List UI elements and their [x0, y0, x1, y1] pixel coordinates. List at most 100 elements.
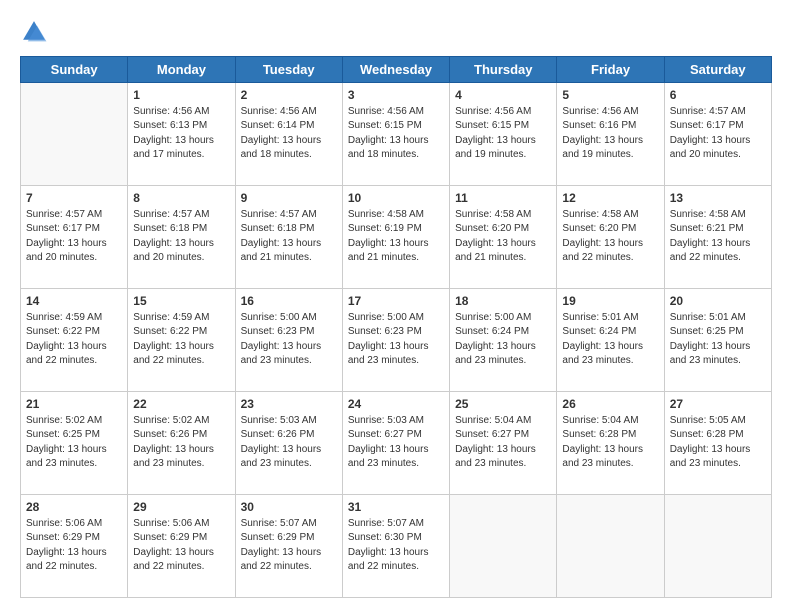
calendar-cell: 2Sunrise: 4:56 AMSunset: 6:14 PMDaylight… [235, 83, 342, 186]
day-number: 16 [241, 293, 337, 310]
calendar-cell: 22Sunrise: 5:02 AMSunset: 6:26 PMDayligh… [128, 392, 235, 495]
calendar-cell: 16Sunrise: 5:00 AMSunset: 6:23 PMDayligh… [235, 289, 342, 392]
day-info: Sunrise: 4:58 AMSunset: 6:20 PMDaylight:… [455, 208, 551, 266]
day-number: 10 [348, 190, 444, 207]
calendar-cell: 5Sunrise: 4:56 AMSunset: 6:16 PMDaylight… [557, 83, 664, 186]
day-number: 3 [348, 87, 444, 104]
day-number: 26 [562, 396, 658, 413]
calendar-week-row: 14Sunrise: 4:59 AMSunset: 6:22 PMDayligh… [21, 289, 772, 392]
calendar-week-row: 21Sunrise: 5:02 AMSunset: 6:25 PMDayligh… [21, 392, 772, 495]
calendar-cell: 8Sunrise: 4:57 AMSunset: 6:18 PMDaylight… [128, 186, 235, 289]
calendar-cell: 17Sunrise: 5:00 AMSunset: 6:23 PMDayligh… [342, 289, 449, 392]
day-info: Sunrise: 5:05 AMSunset: 6:28 PMDaylight:… [670, 414, 766, 472]
calendar-cell: 9Sunrise: 4:57 AMSunset: 6:18 PMDaylight… [235, 186, 342, 289]
day-number: 25 [455, 396, 551, 413]
day-number: 2 [241, 87, 337, 104]
calendar-cell: 30Sunrise: 5:07 AMSunset: 6:29 PMDayligh… [235, 495, 342, 598]
day-number: 15 [133, 293, 229, 310]
weekday-header: Sunday [21, 57, 128, 83]
calendar-cell [664, 495, 771, 598]
day-info: Sunrise: 5:01 AMSunset: 6:25 PMDaylight:… [670, 311, 766, 369]
day-number: 13 [670, 190, 766, 207]
calendar-cell: 4Sunrise: 4:56 AMSunset: 6:15 PMDaylight… [450, 83, 557, 186]
weekday-header: Thursday [450, 57, 557, 83]
day-number: 30 [241, 499, 337, 516]
calendar-cell: 21Sunrise: 5:02 AMSunset: 6:25 PMDayligh… [21, 392, 128, 495]
weekday-header: Friday [557, 57, 664, 83]
calendar-cell [21, 83, 128, 186]
calendar-cell: 15Sunrise: 4:59 AMSunset: 6:22 PMDayligh… [128, 289, 235, 392]
day-number: 21 [26, 396, 122, 413]
calendar-cell: 23Sunrise: 5:03 AMSunset: 6:26 PMDayligh… [235, 392, 342, 495]
day-number: 14 [26, 293, 122, 310]
calendar-cell: 27Sunrise: 5:05 AMSunset: 6:28 PMDayligh… [664, 392, 771, 495]
day-number: 7 [26, 190, 122, 207]
day-info: Sunrise: 5:07 AMSunset: 6:30 PMDaylight:… [348, 517, 444, 575]
calendar-cell: 24Sunrise: 5:03 AMSunset: 6:27 PMDayligh… [342, 392, 449, 495]
day-number: 23 [241, 396, 337, 413]
calendar-cell: 19Sunrise: 5:01 AMSunset: 6:24 PMDayligh… [557, 289, 664, 392]
logo [20, 18, 52, 46]
day-info: Sunrise: 4:56 AMSunset: 6:13 PMDaylight:… [133, 105, 229, 163]
day-info: Sunrise: 5:02 AMSunset: 6:25 PMDaylight:… [26, 414, 122, 472]
header [20, 18, 772, 46]
logo-icon [20, 18, 48, 46]
calendar-cell: 10Sunrise: 4:58 AMSunset: 6:19 PMDayligh… [342, 186, 449, 289]
day-info: Sunrise: 4:57 AMSunset: 6:18 PMDaylight:… [241, 208, 337, 266]
calendar-cell: 20Sunrise: 5:01 AMSunset: 6:25 PMDayligh… [664, 289, 771, 392]
calendar-cell: 14Sunrise: 4:59 AMSunset: 6:22 PMDayligh… [21, 289, 128, 392]
calendar-cell: 18Sunrise: 5:00 AMSunset: 6:24 PMDayligh… [450, 289, 557, 392]
calendar-cell: 29Sunrise: 5:06 AMSunset: 6:29 PMDayligh… [128, 495, 235, 598]
day-info: Sunrise: 5:02 AMSunset: 6:26 PMDaylight:… [133, 414, 229, 472]
day-number: 18 [455, 293, 551, 310]
day-number: 12 [562, 190, 658, 207]
weekday-header: Saturday [664, 57, 771, 83]
calendar-cell [557, 495, 664, 598]
calendar-table: SundayMondayTuesdayWednesdayThursdayFrid… [20, 56, 772, 598]
day-info: Sunrise: 5:06 AMSunset: 6:29 PMDaylight:… [133, 517, 229, 575]
day-number: 8 [133, 190, 229, 207]
day-number: 29 [133, 499, 229, 516]
calendar-cell: 12Sunrise: 4:58 AMSunset: 6:20 PMDayligh… [557, 186, 664, 289]
day-info: Sunrise: 5:00 AMSunset: 6:24 PMDaylight:… [455, 311, 551, 369]
calendar-cell: 3Sunrise: 4:56 AMSunset: 6:15 PMDaylight… [342, 83, 449, 186]
weekday-header: Wednesday [342, 57, 449, 83]
calendar-header-row: SundayMondayTuesdayWednesdayThursdayFrid… [21, 57, 772, 83]
day-number: 4 [455, 87, 551, 104]
day-info: Sunrise: 4:56 AMSunset: 6:15 PMDaylight:… [455, 105, 551, 163]
day-number: 1 [133, 87, 229, 104]
day-info: Sunrise: 5:01 AMSunset: 6:24 PMDaylight:… [562, 311, 658, 369]
day-number: 31 [348, 499, 444, 516]
day-number: 5 [562, 87, 658, 104]
calendar-week-row: 7Sunrise: 4:57 AMSunset: 6:17 PMDaylight… [21, 186, 772, 289]
day-info: Sunrise: 4:58 AMSunset: 6:20 PMDaylight:… [562, 208, 658, 266]
day-number: 9 [241, 190, 337, 207]
day-info: Sunrise: 4:58 AMSunset: 6:21 PMDaylight:… [670, 208, 766, 266]
day-info: Sunrise: 4:56 AMSunset: 6:15 PMDaylight:… [348, 105, 444, 163]
weekday-header: Tuesday [235, 57, 342, 83]
day-number: 6 [670, 87, 766, 104]
day-info: Sunrise: 5:00 AMSunset: 6:23 PMDaylight:… [241, 311, 337, 369]
calendar-cell: 13Sunrise: 4:58 AMSunset: 6:21 PMDayligh… [664, 186, 771, 289]
day-info: Sunrise: 5:03 AMSunset: 6:27 PMDaylight:… [348, 414, 444, 472]
day-info: Sunrise: 5:07 AMSunset: 6:29 PMDaylight:… [241, 517, 337, 575]
day-info: Sunrise: 4:57 AMSunset: 6:17 PMDaylight:… [670, 105, 766, 163]
day-number: 24 [348, 396, 444, 413]
day-info: Sunrise: 5:03 AMSunset: 6:26 PMDaylight:… [241, 414, 337, 472]
day-number: 11 [455, 190, 551, 207]
calendar-cell: 26Sunrise: 5:04 AMSunset: 6:28 PMDayligh… [557, 392, 664, 495]
day-info: Sunrise: 5:06 AMSunset: 6:29 PMDaylight:… [26, 517, 122, 575]
calendar-cell: 31Sunrise: 5:07 AMSunset: 6:30 PMDayligh… [342, 495, 449, 598]
day-info: Sunrise: 4:56 AMSunset: 6:14 PMDaylight:… [241, 105, 337, 163]
calendar-cell: 7Sunrise: 4:57 AMSunset: 6:17 PMDaylight… [21, 186, 128, 289]
day-info: Sunrise: 5:04 AMSunset: 6:28 PMDaylight:… [562, 414, 658, 472]
day-number: 17 [348, 293, 444, 310]
day-info: Sunrise: 4:58 AMSunset: 6:19 PMDaylight:… [348, 208, 444, 266]
calendar-cell: 1Sunrise: 4:56 AMSunset: 6:13 PMDaylight… [128, 83, 235, 186]
calendar-week-row: 1Sunrise: 4:56 AMSunset: 6:13 PMDaylight… [21, 83, 772, 186]
day-info: Sunrise: 4:56 AMSunset: 6:16 PMDaylight:… [562, 105, 658, 163]
calendar-cell: 6Sunrise: 4:57 AMSunset: 6:17 PMDaylight… [664, 83, 771, 186]
day-number: 27 [670, 396, 766, 413]
day-info: Sunrise: 4:57 AMSunset: 6:17 PMDaylight:… [26, 208, 122, 266]
calendar-cell: 11Sunrise: 4:58 AMSunset: 6:20 PMDayligh… [450, 186, 557, 289]
